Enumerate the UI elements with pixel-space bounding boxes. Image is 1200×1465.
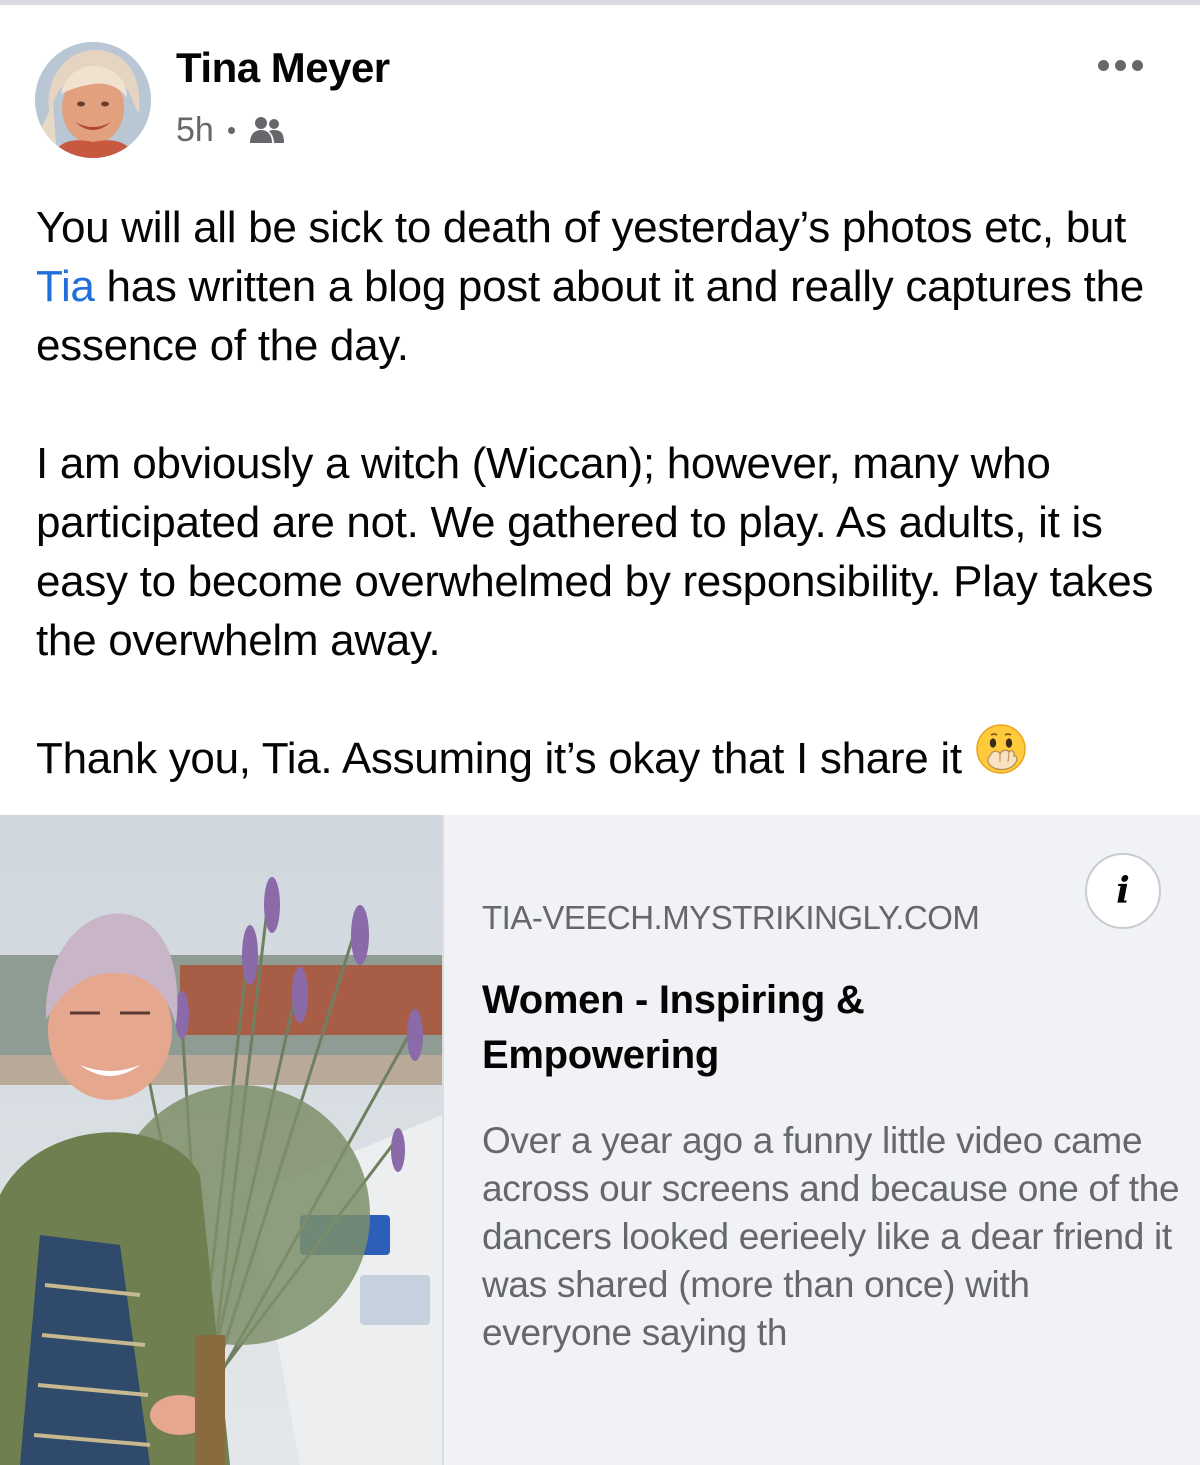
link-description: Over a year ago a funny little video cam… [482,1120,1180,1353]
link-domain: TIA-VEECH.MYSTRIKINGLY.COM [482,899,980,936]
more-options-icon[interactable] [1090,43,1150,87]
more-dot [1097,59,1109,71]
post-header: Tina Meyer 5h [0,5,1200,175]
link-preview-details[interactable]: i TIA-VEECH.MYSTRIKINGLY.COM Women - Ins… [442,815,1200,1465]
more-dot [1131,59,1143,71]
meta-separator-dot [227,126,235,134]
paragraph-text: has written a blog post about it and rea… [36,262,1144,370]
friends-icon[interactable] [249,115,285,145]
mention-link-tia[interactable]: Tia [36,262,95,311]
more-dot [1114,59,1126,71]
face-with-hand-over-mouth-emoji [974,722,1028,791]
post-paragraph-3: Thank you, Tia. Assuming it’s okay that … [36,724,1176,791]
preview-photo [0,815,442,1465]
link-preview-image[interactable] [0,815,442,1465]
post-meta: 5h [176,108,285,152]
author-avatar[interactable] [35,42,151,158]
avatar-photo [35,42,151,158]
post-paragraph-1: You will all be sick to death of yesterd… [36,198,1176,375]
paragraph-text: You will all be sick to death of yesterd… [36,203,1126,252]
author-name[interactable]: Tina Meyer [176,43,390,93]
post-paragraph-2: I am obviously a witch (Wiccan); however… [36,439,1154,665]
post-timestamp[interactable]: 5h [176,111,214,150]
link-preview-card[interactable]: i TIA-VEECH.MYSTRIKINGLY.COM Women - Ins… [0,815,1200,1465]
paragraph-text: Thank you, Tia. Assuming it’s okay that … [36,734,962,783]
link-title[interactable]: Women - Inspiring & Empowering [482,973,1042,1083]
post-body: You will all be sick to death of yesterd… [36,198,1176,791]
info-icon[interactable]: i [1085,853,1161,929]
